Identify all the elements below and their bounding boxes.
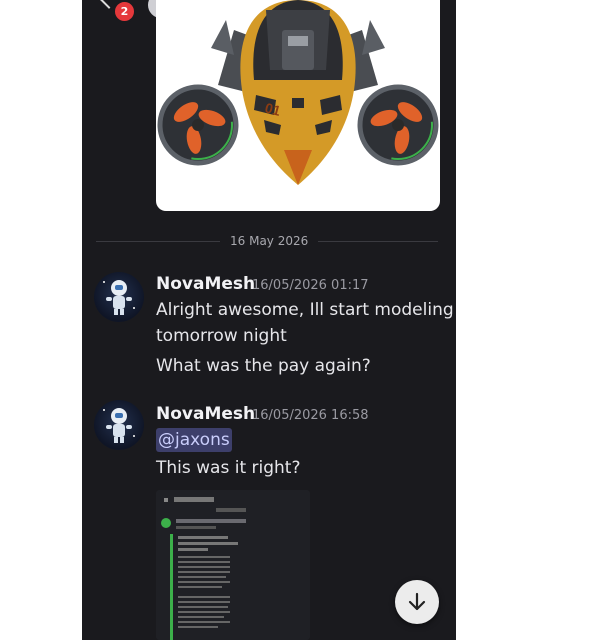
message-text: Alright awesome, Ill start modeling: [156, 300, 454, 320]
message-author[interactable]: NovaMesh: [156, 274, 255, 294]
date-divider-label: 16 May 2026: [220, 232, 319, 250]
message-timestamp: 16/05/2026 16:58: [252, 408, 369, 423]
scroll-to-bottom-button[interactable]: [395, 580, 439, 624]
avatar[interactable]: [94, 272, 144, 322]
unread-badge: 2: [113, 0, 136, 23]
message-text: tomorrow night: [156, 326, 287, 346]
screenshot-attachment[interactable]: [156, 490, 310, 640]
message-text: What was the pay again?: [156, 356, 371, 376]
message-timestamp: 16/05/2026 01:17: [252, 278, 369, 293]
arrow-down-icon: [408, 592, 426, 611]
avatar[interactable]: [94, 400, 144, 450]
astronaut-icon: [103, 280, 135, 315]
image-attachment[interactable]: 01: [156, 0, 440, 211]
astronaut-icon: [103, 408, 135, 443]
left-margin: [0, 0, 82, 640]
right-margin: [456, 0, 600, 640]
message-author[interactable]: NovaMesh: [156, 404, 255, 424]
drone-image: 01: [157, 0, 439, 185]
message-text: This was it right?: [156, 458, 301, 478]
chat-screen: 2 jaxons: [82, 0, 456, 640]
screenshot-thumbnail: [156, 490, 310, 640]
user-mention[interactable]: @jaxons: [156, 428, 232, 452]
